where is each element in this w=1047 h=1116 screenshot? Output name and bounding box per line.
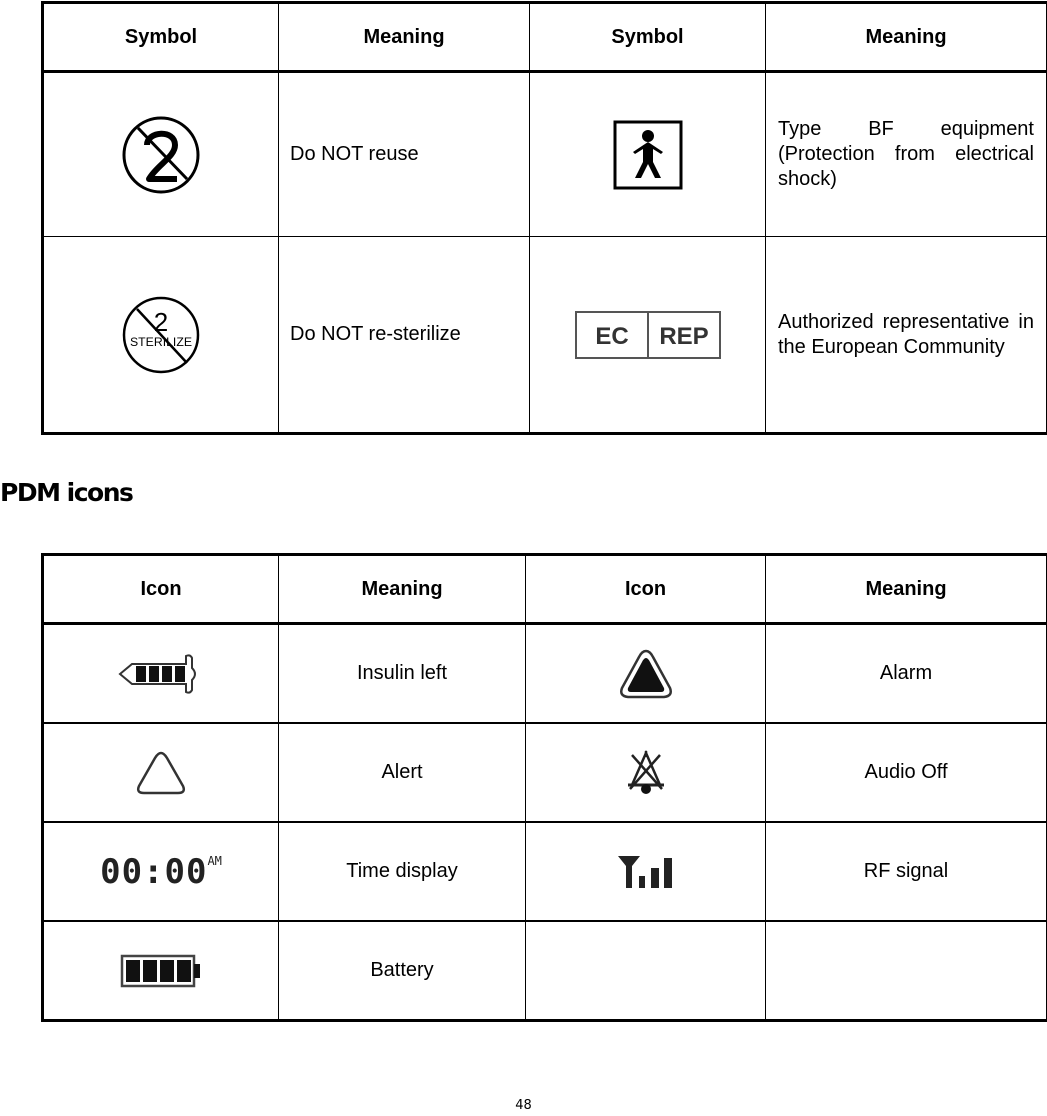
column-header: Symbol xyxy=(529,2,766,73)
page-number: 48 xyxy=(515,1098,532,1113)
meaning-cell: Type BF equipment (Protection from elect… xyxy=(765,71,1047,237)
table-header-row: Symbol Meaning Symbol Meaning xyxy=(42,2,1047,73)
meaning-cell: Do NOT re-sterilize xyxy=(278,236,530,434)
meaning-cell: Time display xyxy=(278,821,526,922)
table-row: Insulin left Alarm xyxy=(42,622,1047,724)
meaning-cell: Alert xyxy=(278,722,526,823)
time-ampm: AM xyxy=(207,853,222,868)
meaning-cell: Do NOT reuse xyxy=(278,71,530,237)
column-header: Meaning xyxy=(765,2,1047,73)
meaning-cell: Battery xyxy=(278,920,526,1021)
ec-rep-icon: EC REP xyxy=(574,310,721,359)
column-header: Icon xyxy=(42,554,279,625)
icon-cell xyxy=(42,722,279,823)
meaning-cell: Audio Off xyxy=(765,722,1047,823)
symbol-cell xyxy=(529,71,766,237)
rep-label: REP xyxy=(659,323,708,350)
meaning-cell: Alarm xyxy=(765,622,1047,724)
table-row: Do NOT reuse Type BF equipment (Protecti… xyxy=(42,71,1047,237)
icon-cell xyxy=(525,722,766,823)
pdm-icons-table: Icon Meaning Icon Meaning Insulin left A… xyxy=(41,553,1047,1022)
table-row: 2 STERILIZE Do NOT re-sterilize EC REP A… xyxy=(42,236,1047,434)
alarm-icon xyxy=(619,649,672,698)
icon-cell: 00:00AM xyxy=(42,821,279,922)
sterilize-word: STERILIZE xyxy=(130,335,192,349)
column-header: Meaning xyxy=(278,554,526,625)
time-display-icon: 00:00AM xyxy=(100,852,222,892)
icon-cell xyxy=(525,622,766,724)
section-title: PDM icons xyxy=(0,478,134,507)
meaning-cell: Insulin left xyxy=(278,622,526,724)
column-header: Icon xyxy=(525,554,766,625)
insulin-cartridge-icon xyxy=(118,653,196,694)
column-header: Meaning xyxy=(278,2,530,73)
symbol-cell: 2 STERILIZE xyxy=(42,236,279,434)
meaning-cell-empty xyxy=(765,920,1047,1021)
icon-cell xyxy=(42,622,279,724)
meaning-cell: RF signal xyxy=(765,821,1047,922)
icon-cell xyxy=(525,821,766,922)
symbol-cell xyxy=(42,71,279,237)
battery-icon xyxy=(120,954,200,987)
rf-signal-icon xyxy=(617,855,672,888)
symbol-cell: EC REP xyxy=(529,236,766,434)
icon-cell-empty xyxy=(525,920,766,1021)
ec-label: EC xyxy=(595,323,628,350)
audio-off-icon xyxy=(627,749,664,794)
table-header-row: Icon Meaning Icon Meaning xyxy=(42,554,1047,625)
icon-cell xyxy=(42,920,279,1021)
do-not-resterilize-icon: 2 STERILIZE xyxy=(122,296,200,373)
table-row: Battery xyxy=(42,920,1047,1021)
table-row: 00:00AM Time display RF signal xyxy=(42,821,1047,922)
column-header: Meaning xyxy=(765,554,1047,625)
alert-icon xyxy=(136,751,186,794)
type-bf-equipment-icon xyxy=(613,120,682,189)
time-digits: 00:00 xyxy=(100,851,208,892)
meaning-cell: Authorized representative in the Europea… xyxy=(765,236,1047,434)
table-row: Alert Audio Off xyxy=(42,722,1047,823)
do-not-reuse-icon xyxy=(122,116,200,193)
sterilize-number: 2 xyxy=(154,307,168,337)
symbols-table: Symbol Meaning Symbol Meaning Do NOT reu… xyxy=(41,1,1047,435)
column-header: Symbol xyxy=(42,2,279,73)
